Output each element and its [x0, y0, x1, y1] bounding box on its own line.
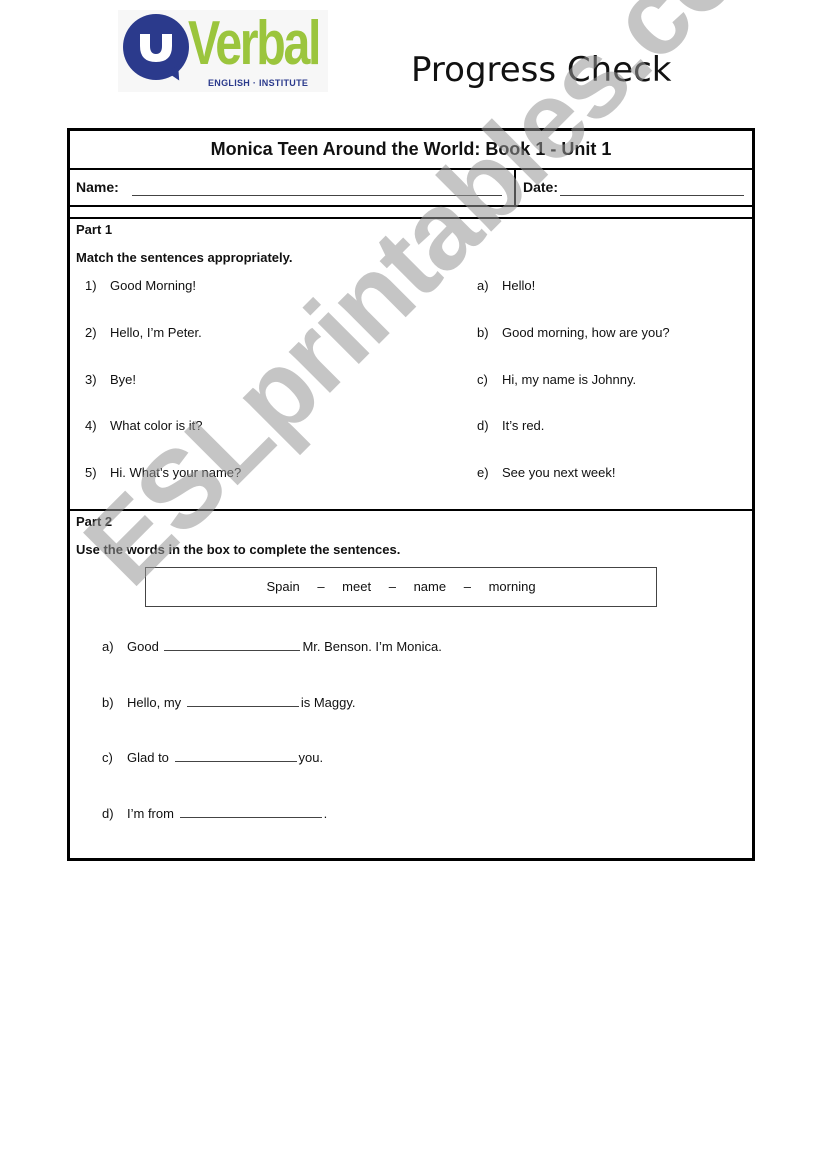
match-item-left: 5) Hi. What’s your name? — [85, 465, 242, 480]
logo-brand: Verbal — [188, 9, 321, 78]
word-bank-word: name — [413, 579, 447, 594]
match-item-right: e) See you next week! — [477, 465, 616, 480]
word-separator: – — [317, 579, 325, 594]
date-field[interactable] — [560, 195, 744, 196]
verbal-logo: Verbal ENGLISH · INSTITUTE — [118, 9, 328, 92]
match-item-left: 1) Good Morning! — [85, 278, 196, 293]
part-2-section: Part 2 Use the words in the box to compl… — [70, 511, 752, 858]
match-item-right: d) It’s red. — [477, 418, 545, 433]
word-bank-word: morning — [488, 579, 536, 594]
fill-sentence: b) Hello, my is Maggy. — [102, 694, 356, 710]
worksheet-title: Monica Teen Around the World: Book 1 - U… — [70, 131, 752, 170]
word-bank-box: Spain – meet – name – morning — [145, 567, 657, 607]
logo-subtitle: ENGLISH · INSTITUTE — [208, 78, 309, 88]
name-date-row: Name: Date: — [70, 170, 752, 207]
answer-blank[interactable] — [164, 638, 301, 651]
fill-sentence: a) Good Mr. Benson. I’m Monica. — [102, 638, 442, 654]
name-label: Name: — [76, 179, 119, 195]
match-item-right: c) Hi, my name is Johnny. — [477, 372, 637, 387]
name-field[interactable] — [132, 195, 502, 196]
part-2-instruction: Use the words in the box to complete the… — [76, 542, 401, 557]
word-separator: – — [388, 579, 396, 594]
word-bank-word: meet — [342, 579, 372, 594]
spacer-row — [70, 207, 752, 219]
word-bank-word: Spain — [266, 579, 300, 594]
fill-sentence: c) Glad to you. — [102, 749, 324, 765]
answer-blank[interactable] — [174, 749, 297, 762]
worksheet-frame: Monica Teen Around the World: Book 1 - U… — [67, 128, 755, 861]
match-item-left: 2) Hello, I’m Peter. — [85, 325, 202, 340]
part-2-label: Part 2 — [76, 514, 113, 529]
answer-blank[interactable] — [186, 694, 299, 707]
match-item-right: a) Hello! — [477, 278, 536, 293]
match-item-left: 4) What color is it? — [85, 418, 203, 433]
fill-sentence: d) I’m from . — [102, 805, 328, 821]
column-divider — [514, 170, 516, 205]
match-item-left: 3) Bye! — [85, 372, 137, 387]
part-1-section: Part 1 Match the sentences appropriately… — [70, 219, 752, 511]
part-1-label: Part 1 — [76, 222, 113, 237]
answer-blank[interactable] — [179, 805, 322, 818]
word-separator: – — [463, 579, 471, 594]
speech-bubble-icon — [123, 14, 189, 80]
page-title: Progress Check — [411, 50, 672, 90]
date-label: Date: — [523, 179, 559, 195]
match-item-right: b) Good morning, how are you? — [477, 325, 670, 340]
part-1-instruction: Match the sentences appropriately. — [76, 250, 293, 265]
